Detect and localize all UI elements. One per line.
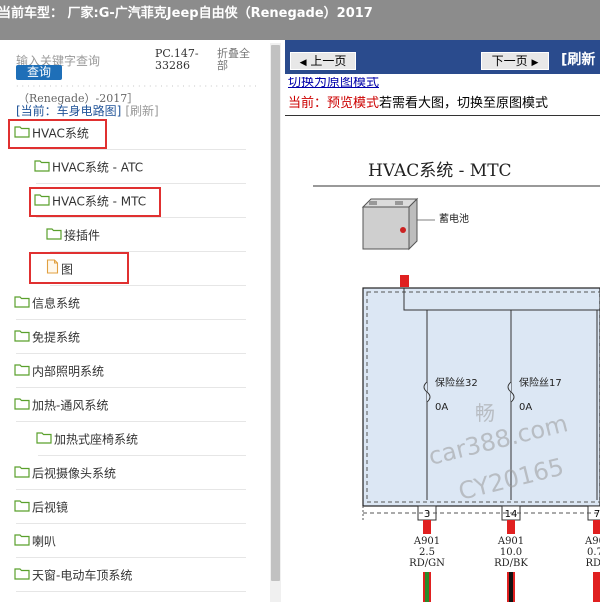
scrollbar-thumb[interactable] bbox=[271, 45, 280, 581]
wire-labels: A901 2.5 RD/GN A901 10.0 RD/BK A90 0.7 R… bbox=[409, 536, 600, 569]
tree-item-label: 加热-通风系统 bbox=[32, 398, 109, 413]
tree-item-label: 后视镜 bbox=[32, 500, 69, 515]
page-top-line bbox=[285, 115, 600, 116]
search-button[interactable]: 查询 bbox=[16, 65, 62, 80]
folder-icon bbox=[36, 423, 52, 457]
viewer-panel: ◀ 上一页 下一页 ▶ [刷新 切换为原图模式 当前：预览模式若需看大图，切换至… bbox=[285, 40, 600, 602]
wire-2-id: A901 bbox=[497, 536, 524, 547]
left-arrow-icon: ◀ bbox=[299, 58, 307, 68]
top-bar: 当前车型： 厂家:G-广汽菲克Jeep自由侠（Renegade）2017 bbox=[0, 0, 600, 40]
next-page-button[interactable]: 下一页 ▶ bbox=[481, 52, 549, 70]
tree-item-label: 后视摄像头系统 bbox=[32, 466, 117, 481]
pin-7-label: 7 bbox=[594, 509, 600, 520]
folder-icon bbox=[34, 151, 50, 185]
wire-2-color: RD/BK bbox=[494, 558, 528, 569]
tree-item[interactable]: 喇叭 bbox=[14, 524, 246, 558]
watermark-char: 畅 bbox=[475, 401, 495, 425]
next-page-label: 下一页 bbox=[491, 54, 528, 68]
tree-item[interactable]: 内部照明系统 bbox=[14, 354, 246, 388]
wire-1-stripe bbox=[425, 572, 429, 602]
fold-all-button[interactable]: 折叠全部 bbox=[217, 48, 259, 72]
mode-status: 当前：预览模式若需看大图，切换至原图模式 bbox=[288, 92, 548, 111]
folder-icon bbox=[14, 389, 30, 423]
folder-icon bbox=[14, 559, 30, 593]
right-arrow-icon: ▶ bbox=[531, 58, 539, 68]
tree-item-label: 免提系统 bbox=[32, 330, 81, 345]
highlight-box bbox=[8, 119, 107, 149]
tree-item-label: 加热式座椅系统 bbox=[54, 432, 139, 447]
fuse-17-name: 保险丝17 bbox=[519, 376, 562, 389]
wire-3-id: A90 bbox=[584, 536, 600, 547]
wire-3-gauge: 0.7 bbox=[587, 547, 600, 558]
diagram-title: HVAC系统 - MTC bbox=[368, 161, 512, 181]
highlight-box bbox=[29, 187, 161, 217]
tree-item[interactable]: 加热-通风系统 bbox=[14, 388, 246, 422]
folder-icon bbox=[14, 525, 30, 559]
tree-item-label: 天窗-电动车顶系统 bbox=[32, 568, 133, 583]
dotted-divider: ········································… bbox=[16, 82, 256, 88]
tree-item[interactable]: 天窗-电动车顶系统 bbox=[14, 558, 246, 592]
mode-current: 当前：预览模式 bbox=[288, 96, 380, 111]
tree-item[interactable]: 免提系统 bbox=[14, 320, 246, 354]
prev-page-label: 上一页 bbox=[310, 54, 347, 68]
folder-icon bbox=[14, 355, 30, 389]
battery-wire bbox=[400, 275, 409, 287]
pc-code: PC.147-33286 bbox=[155, 47, 199, 72]
mode-hint: 若需看大图，切换至原图模式 bbox=[379, 96, 549, 111]
wiring-diagram: HVAC系统 - MTC 蓄电池 保险丝32 0A 保险丝17 0A 畅 car… bbox=[313, 161, 600, 602]
folder-icon bbox=[14, 287, 30, 321]
highlight-box bbox=[29, 252, 129, 284]
wire-3-body bbox=[593, 572, 600, 602]
left-scrollbar[interactable] bbox=[270, 43, 281, 602]
wire-3-color: RD/ bbox=[586, 558, 600, 569]
wire-a901b-stub bbox=[507, 520, 515, 534]
folder-icon bbox=[14, 457, 30, 491]
tree-item[interactable]: 加热式座椅系统 bbox=[36, 422, 246, 456]
current-vehicle-text: 当前车型： 厂家:G-广汽菲克Jeep自由侠（Renegade）2017 bbox=[0, 6, 373, 21]
folder-icon bbox=[46, 219, 62, 253]
fuse-17-rating: 0A bbox=[519, 402, 532, 413]
tree-item-label: HVAC系统 - ATC bbox=[52, 160, 144, 175]
prev-page-button[interactable]: ◀ 上一页 bbox=[290, 52, 356, 70]
tree-item-label: 喇叭 bbox=[32, 534, 57, 549]
folder-icon bbox=[14, 321, 30, 355]
fuse-32-rating: 0A bbox=[435, 402, 448, 413]
wire-1-gauge: 2.5 bbox=[419, 547, 435, 558]
wire-a901-stub bbox=[423, 520, 431, 534]
tree-item[interactable]: 后视摄像头系统 bbox=[14, 456, 246, 490]
tree-item[interactable]: 后视镜 bbox=[14, 490, 246, 524]
battery-icon bbox=[361, 197, 419, 251]
wire-1-id: A901 bbox=[413, 536, 440, 547]
tree-item[interactable]: HVAC系统 - ATC bbox=[34, 150, 246, 184]
folder-icon bbox=[14, 491, 30, 525]
tree-item-label: 信息系统 bbox=[32, 296, 81, 311]
viewer-toolbar: ◀ 上一页 下一页 ▶ [刷新 bbox=[285, 40, 600, 74]
tree-row-divider bbox=[16, 591, 246, 592]
wire-1-color: RD/GN bbox=[409, 558, 445, 569]
tree-item-label: 内部照明系统 bbox=[32, 364, 105, 379]
battery-label: 蓄电池 bbox=[439, 212, 469, 225]
pin-14-label: 14 bbox=[505, 509, 518, 520]
viewer-refresh-link[interactable]: [刷新 bbox=[561, 49, 595, 69]
toggle-original-link[interactable]: 切换为原图模式 bbox=[288, 77, 379, 89]
tree-item-label: 接插件 bbox=[64, 228, 101, 243]
wire-2-stripe bbox=[509, 572, 513, 602]
fuse-32-name: 保险丝32 bbox=[435, 376, 478, 389]
tree-item[interactable]: 信息系统 bbox=[14, 286, 246, 320]
tree-item[interactable]: 接插件 bbox=[46, 218, 246, 252]
wire-a90-stub bbox=[593, 520, 600, 534]
pin-3-label: 3 bbox=[424, 509, 430, 520]
wire-2-gauge: 10.0 bbox=[500, 547, 522, 558]
